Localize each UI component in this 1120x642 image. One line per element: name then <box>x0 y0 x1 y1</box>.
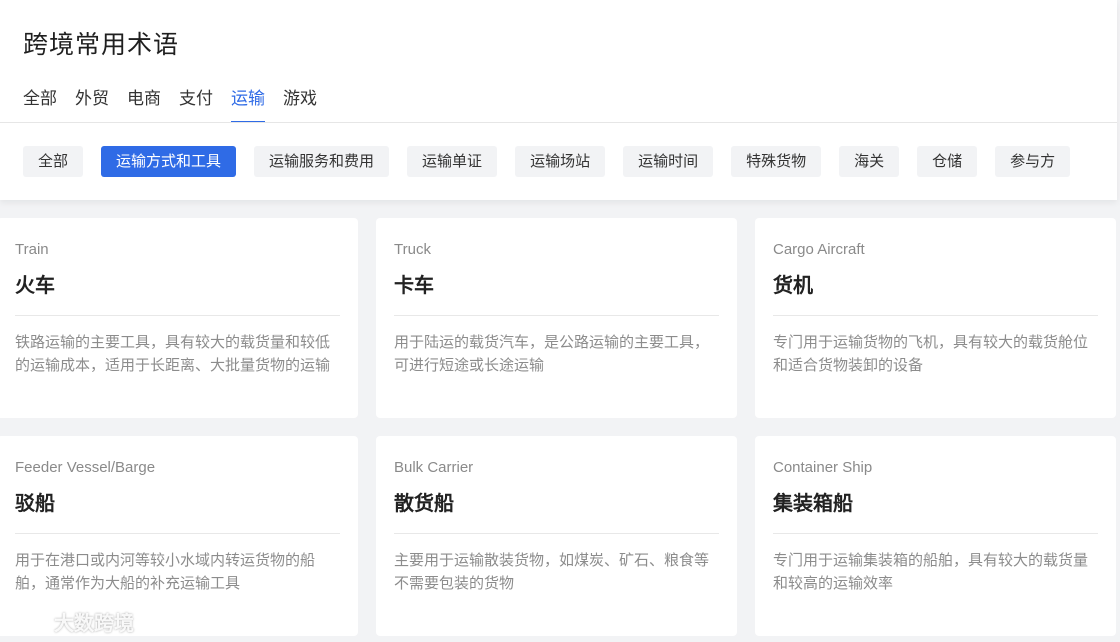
tab-games[interactable]: 游戏 <box>283 86 317 123</box>
filter-chip-services-and-fees[interactable]: 运输服务和费用 <box>254 146 390 177</box>
term-description: 主要用于运输散装货物，如煤炭、矿石、粮食等不需要包装的货物 <box>394 552 710 592</box>
card-divider <box>15 533 340 534</box>
filter-chip-stations[interactable]: 运输场站 <box>515 146 606 177</box>
term-description: 用于在港口或内河等较小水域内转运货物的船舶，通常作为大船的补充运输工具 <box>15 552 316 592</box>
term-chinese: 散货船 <box>394 493 454 515</box>
term-description: 专门用于运输货物的飞机，具有较大的载货舱位和适合货物装卸的设备 <box>773 334 1089 374</box>
tab-foreign-trade[interactable]: 外贸 <box>75 86 109 123</box>
filter-chip-special-cargo[interactable]: 特殊货物 <box>731 146 822 177</box>
term-chinese: 火车 <box>15 275 55 297</box>
tab-all[interactable]: 全部 <box>23 86 57 123</box>
tab-payment[interactable]: 支付 <box>179 86 213 123</box>
filter-chip-parties[interactable]: 参与方 <box>995 146 1071 177</box>
term-card-grid: Train 火车 铁路运输的主要工具，具有较大的载货量和较低的运输成本，适用于长… <box>0 218 1120 636</box>
page-header: 跨境常用术语 全部 外贸 电商 支付 运输 游戏 全部 运输方式和工具 运输服务… <box>0 0 1117 200</box>
subcategory-filters: 全部 运输方式和工具 运输服务和费用 运输单证 运输场站 运输时间 特殊货物 海… <box>23 146 1088 177</box>
term-english: Train <box>15 241 49 258</box>
term-english: Container Ship <box>773 459 873 476</box>
term-card[interactable]: Cargo Aircraft 货机 专门用于运输货物的飞机，具有较大的载货舱位和… <box>755 218 1116 418</box>
filter-chip-warehousing[interactable]: 仓储 <box>917 146 978 177</box>
brand-watermark: 大数跨境 <box>8 604 134 638</box>
term-chinese: 驳船 <box>15 493 55 515</box>
filter-chip-documents[interactable]: 运输单证 <box>407 146 498 177</box>
term-card[interactable]: Train 火车 铁路运输的主要工具，具有较大的载货量和较低的运输成本，适用于长… <box>0 218 358 418</box>
card-divider <box>15 315 340 316</box>
card-divider <box>773 315 1098 316</box>
tab-transport[interactable]: 运输 <box>231 86 265 123</box>
term-card[interactable]: Bulk Carrier 散货船 主要用于运输散装货物，如煤炭、矿石、粮食等不需… <box>376 436 737 636</box>
tab-divider <box>0 122 1117 123</box>
term-description: 铁路运输的主要工具，具有较大的载货量和较低的运输成本，适用于长距离、大批量货物的… <box>15 334 331 374</box>
category-tabs: 全部 外贸 电商 支付 运输 游戏 <box>23 86 335 123</box>
term-chinese: 卡车 <box>394 275 434 297</box>
term-chinese: 货机 <box>773 275 813 297</box>
page-title: 跨境常用术语 <box>23 31 180 59</box>
term-chinese: 集装箱船 <box>773 493 853 515</box>
brand-logo-icon <box>8 604 54 638</box>
filter-chip-all[interactable]: 全部 <box>23 146 84 177</box>
brand-watermark-text: 大数跨境 <box>54 612 134 635</box>
card-divider <box>394 533 719 534</box>
term-card[interactable]: Container Ship 集装箱船 专门用于运输集装箱的船舶，具有较大的载货… <box>755 436 1116 636</box>
term-card[interactable]: Truck 卡车 用于陆运的载货汽车，是公路运输的主要工具，可进行短途或长途运输 <box>376 218 737 418</box>
card-divider <box>773 533 1098 534</box>
term-english: Bulk Carrier <box>394 459 474 476</box>
filter-chip-modes-and-tools[interactable]: 运输方式和工具 <box>101 146 237 177</box>
filter-chip-customs[interactable]: 海关 <box>839 146 900 177</box>
card-divider <box>394 315 719 316</box>
term-english: Feeder Vessel/Barge <box>15 459 156 476</box>
term-english: Cargo Aircraft <box>773 241 865 258</box>
filter-chip-time[interactable]: 运输时间 <box>623 146 714 177</box>
tab-ecommerce[interactable]: 电商 <box>127 86 161 123</box>
term-description: 用于陆运的载货汽车，是公路运输的主要工具，可进行短途或长途运输 <box>394 334 710 374</box>
term-description: 专门用于运输集装箱的船舶，具有较大的载货量和较高的运输效率 <box>773 552 1089 592</box>
term-english: Truck <box>394 241 431 258</box>
